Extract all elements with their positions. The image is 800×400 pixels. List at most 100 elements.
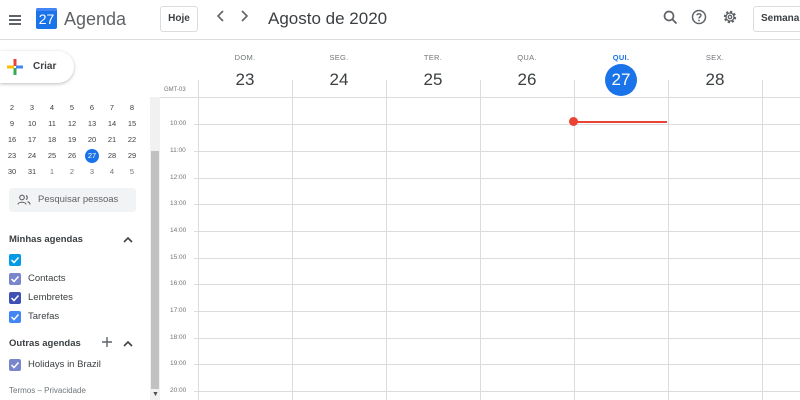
hour-label: 10:00 [170,120,187,127]
mini-cal-day[interactable]: 5 [122,164,142,180]
day-number[interactable]: 28 [699,64,731,96]
mini-cal-day[interactable]: 7 [102,100,122,116]
day-name: QUI. [612,53,630,62]
day-header-sunday[interactable]: DOM. 23 [198,40,292,97]
mini-cal-day[interactable]: 24 [22,148,42,164]
mini-cal-day[interactable]: 16 [2,132,22,148]
mini-cal-today-number: 27 [85,149,99,163]
day-column-divider [762,80,763,400]
day-column-divider [292,80,293,400]
mini-cal-day[interactable]: 30 [2,164,22,180]
day-header-wednesday[interactable]: QUA. 26 [480,40,574,97]
hour-gridline [194,284,800,285]
hour-gridline [194,204,800,205]
mini-cal-day[interactable]: 23 [2,148,22,164]
mini-cal-day[interactable]: 4 [42,100,62,116]
day-number[interactable]: 25 [417,64,449,96]
day-header-monday[interactable]: SEG. 24 [292,40,386,97]
timezone-label: GMT-03 [164,87,186,93]
mini-cal-day[interactable]: 9 [2,116,22,132]
hour-label: 13:00 [170,200,187,207]
mini-cal-day[interactable]: 21 [102,132,122,148]
mini-cal-day[interactable]: 17 [22,132,42,148]
scroll-down-arrow-icon[interactable]: ▼ [152,391,159,398]
day-name: QUA. [517,53,537,62]
mini-cal-day[interactable]: 18 [42,132,62,148]
day-number[interactable]: 26 [511,64,543,96]
chevron-up-icon[interactable] [122,338,134,350]
mini-cal-day[interactable]: 4 [102,164,122,180]
checkbox-checked-icon[interactable] [9,254,21,266]
mini-cal-day[interactable]: 2 [2,100,22,116]
day-header-friday[interactable]: SEX. 28 [668,40,762,97]
mini-cal-day[interactable]: 1 [42,164,62,180]
mini-cal-day[interactable]: 15 [122,116,142,132]
hour-label: 16:00 [170,280,187,287]
mini-cal-day[interactable]: 6 [82,100,102,116]
hour-label: 18:00 [170,334,187,341]
day-number[interactable]: 2 [793,64,800,96]
mini-cal-today[interactable]: 27 [82,148,102,164]
hour-gridline [194,364,800,365]
hour-gridline [194,178,800,179]
mini-cal-day[interactable]: 19 [62,132,82,148]
main-menu-icon[interactable] [6,8,30,32]
mini-cal-day[interactable]: 13 [82,116,102,132]
period-title: Agosto de 2020 [268,9,388,28]
help-icon[interactable] [691,9,711,29]
mini-cal-day[interactable]: 31 [22,164,42,180]
other-calendars-title[interactable]: Outras agendas [9,338,81,349]
day-number[interactable]: 23 [229,64,261,96]
hour-label: 12:00 [170,174,187,181]
day-number-today[interactable]: 27 [605,64,637,96]
chevron-left-icon[interactable] [213,9,229,27]
mini-cal-day[interactable]: 2 [62,164,82,180]
mini-cal-day[interactable]: 12 [62,116,82,132]
mini-cal-day[interactable]: 26 [62,148,82,164]
settings-gear-icon[interactable] [722,9,742,29]
day-name: DOM. [234,53,256,62]
mini-cal-day[interactable]: 3 [82,164,102,180]
people-search-input[interactable]: Pesquisar pessoas [9,188,136,212]
mini-cal-day[interactable]: 22 [122,132,142,148]
checkbox-checked-icon[interactable] [9,311,21,323]
footer-links[interactable]: Termos – Privacidade [9,386,86,395]
my-calendars-title[interactable]: Minhas agendas [9,234,83,245]
checkbox-checked-icon[interactable] [9,359,21,371]
hour-gridline [194,231,800,232]
checkbox-checked-icon[interactable] [9,292,21,304]
day-header-saturday[interactable]: S 2 [762,40,800,97]
people-search-placeholder: Pesquisar pessoas [38,194,119,205]
mini-cal-day[interactable]: 14 [102,116,122,132]
mini-cal-day[interactable]: 5 [62,100,82,116]
chevron-right-icon[interactable] [236,9,252,27]
day-header-tuesday[interactable]: TER. 25 [386,40,480,97]
add-calendar-plus-icon[interactable] [101,336,113,348]
mini-cal-day[interactable]: 10 [22,116,42,132]
scrollbar-thumb[interactable] [151,151,159,389]
mini-cal-day[interactable]: 11 [42,116,62,132]
search-icon[interactable] [662,9,682,29]
sidebar-scrollbar[interactable]: ▼ [150,97,160,400]
mini-cal-day[interactable]: 8 [122,100,142,116]
mini-cal-day[interactable]: 25 [42,148,62,164]
day-column-divider [386,80,387,400]
day-header-thursday-today[interactable]: QUI. 27 [574,40,668,97]
view-selector-button[interactable]: Semana [753,6,800,32]
mini-cal-day[interactable]: 29 [122,148,142,164]
mini-cal-day[interactable]: 3 [22,100,42,116]
calendar-logo-icon: 27 [36,8,57,29]
day-number[interactable]: 24 [323,64,355,96]
app-title: Agenda [64,9,127,29]
hour-label: 14:00 [170,227,187,234]
chevron-up-icon[interactable] [122,234,134,246]
today-button[interactable]: Hoje [160,6,198,32]
checkbox-checked-icon[interactable] [9,273,21,285]
mini-cal-day[interactable]: 20 [82,132,102,148]
create-button[interactable]: Criar [0,51,74,83]
hour-gridline [194,124,800,125]
mini-cal-day[interactable]: 28 [102,148,122,164]
hour-gridline [194,258,800,259]
hour-gridline [194,311,800,312]
calendar-item-label: Contacts [28,273,66,284]
